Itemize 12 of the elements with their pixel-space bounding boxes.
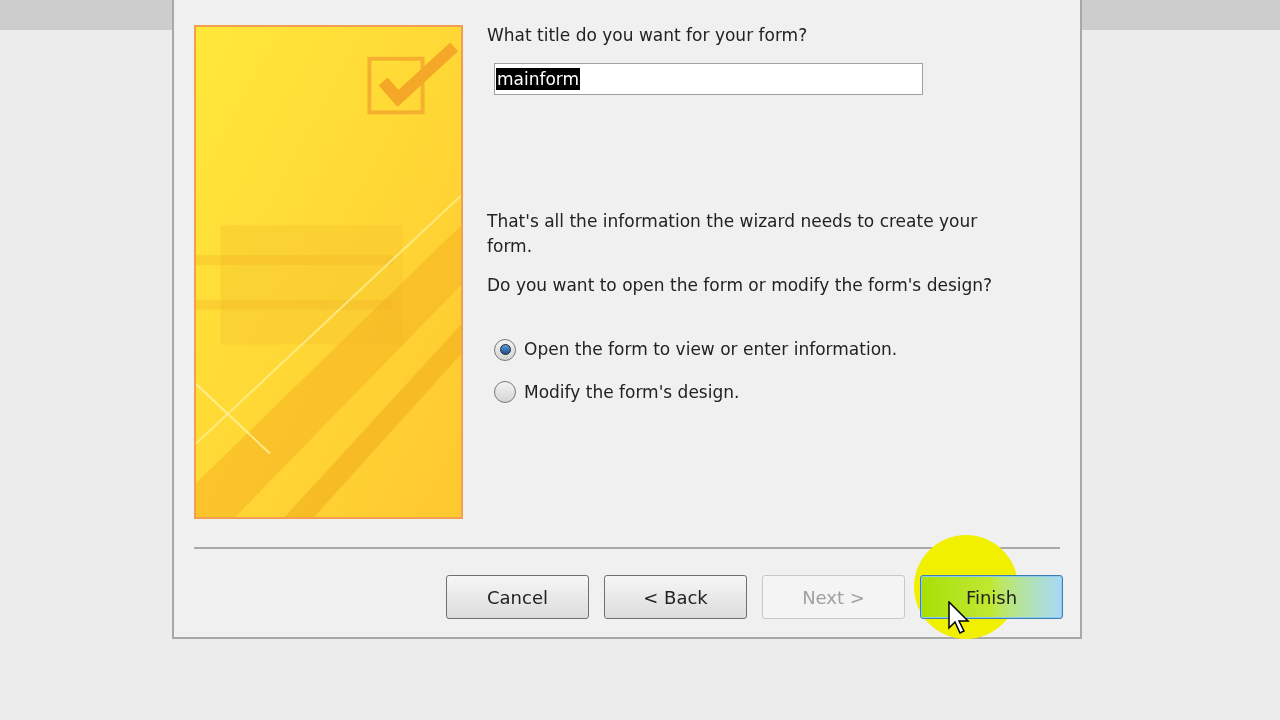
option-label[interactable]: Open the form to view or enter information. bbox=[524, 337, 898, 363]
title-field[interactable]: mainform bbox=[494, 62, 923, 95]
question-text: Do you want to open the form or modify the form's design? bbox=[487, 273, 994, 297]
info-text: That's all the information the wizard needs to create your form. bbox=[487, 209, 979, 258]
field-value: mainform bbox=[496, 67, 581, 90]
dialog-button[interactable]: Finish bbox=[920, 575, 1063, 619]
dialog-button[interactable]: Cancel bbox=[446, 575, 589, 619]
radio-button[interactable] bbox=[494, 338, 516, 361]
option-label[interactable]: Modify the form's design. bbox=[524, 379, 740, 405]
radio-button[interactable] bbox=[494, 381, 516, 404]
dialog-button[interactable]: < Back bbox=[604, 575, 747, 619]
title-prompt: What title do you want for your form? bbox=[487, 24, 809, 47]
